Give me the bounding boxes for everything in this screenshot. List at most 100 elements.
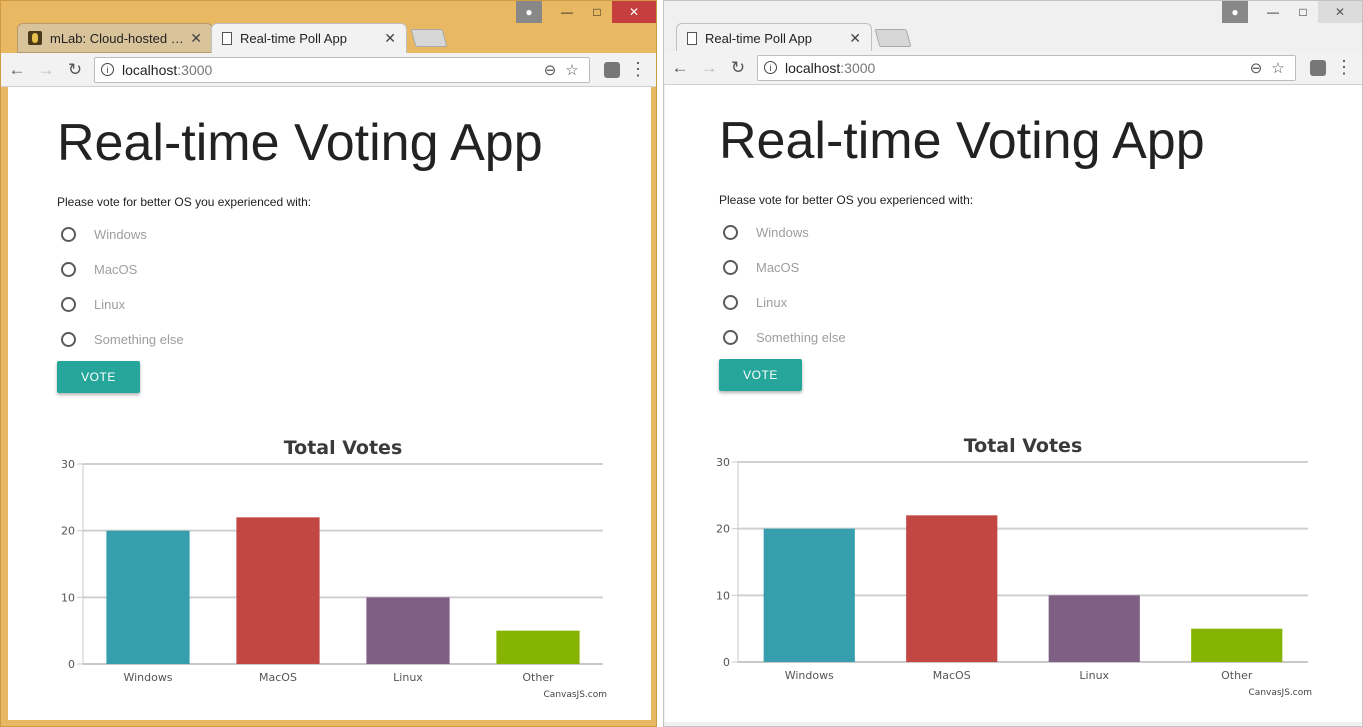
radio-button[interactable] <box>723 260 738 275</box>
option-something-else[interactable]: Something else <box>723 330 846 345</box>
close-tab-icon[interactable]: ✕ <box>384 30 396 47</box>
page-icon <box>687 32 697 45</box>
reload-button[interactable]: ↻ <box>62 57 88 83</box>
zoom-icon[interactable]: ⊖ <box>539 61 561 79</box>
info-icon[interactable]: i <box>764 61 777 74</box>
info-icon[interactable]: i <box>101 63 114 76</box>
x-tick-label: MacOS <box>259 671 297 684</box>
y-tick-label: 10 <box>61 591 75 604</box>
vote-prompt: Please vote for better OS you experience… <box>57 195 312 209</box>
url-port: :3000 <box>840 59 876 76</box>
maximize-button[interactable]: □ <box>582 1 612 23</box>
close-tab-icon[interactable]: ✕ <box>849 30 861 47</box>
url-text: localhost:3000 <box>785 60 1245 76</box>
x-tick-label: Other <box>522 671 554 684</box>
minimize-button[interactable]: — <box>552 1 582 23</box>
page-content: Real-time Voting App Please vote for bet… <box>8 87 651 720</box>
bar-macos <box>906 515 998 662</box>
forward-button[interactable]: → <box>33 57 59 83</box>
radio-button[interactable] <box>61 297 76 312</box>
option-windows[interactable]: Windows <box>723 225 809 240</box>
radio-button[interactable] <box>723 225 738 240</box>
bar-linux <box>366 597 450 664</box>
window-controls: ● — □ ✕ <box>516 1 656 25</box>
vote-button[interactable]: VOTE <box>719 359 802 391</box>
page-icon <box>222 32 232 45</box>
chart-title: Total Votes <box>964 435 1083 457</box>
browser-toolbar: ← → ↻ i localhost:3000 ⊖ ☆ ⋮ <box>1 53 656 87</box>
address-bar[interactable]: i localhost:3000 ⊖ ☆ <box>757 54 1296 81</box>
y-tick-label: 0 <box>68 658 75 671</box>
new-tab-button[interactable] <box>874 29 912 47</box>
option-label: Something else <box>94 332 184 347</box>
extension-icon[interactable] <box>604 61 620 78</box>
option-label: Windows <box>94 227 147 242</box>
bookmark-star-icon[interactable]: ☆ <box>1267 59 1289 77</box>
y-tick-label: 10 <box>716 589 730 602</box>
browser-window-left: ● — □ ✕ mLab: Cloud-hosted Mo ✕ Real-tim… <box>0 0 657 727</box>
minimize-button[interactable]: — <box>1258 1 1288 23</box>
option-macos[interactable]: MacOS <box>723 260 799 275</box>
reload-button[interactable]: ↻ <box>725 55 751 81</box>
tab-poll-app[interactable]: Real-time Poll App ✕ <box>211 23 407 53</box>
y-tick-label: 20 <box>61 525 75 538</box>
vote-button[interactable]: VOTE <box>57 361 140 393</box>
close-tab-icon[interactable]: ✕ <box>190 30 202 47</box>
extension-icon[interactable] <box>1310 59 1326 76</box>
url-text: localhost:3000 <box>122 62 539 78</box>
x-tick-label: Linux <box>393 671 423 684</box>
back-button[interactable]: ← <box>4 57 30 83</box>
page-title: Real-time Voting App <box>719 112 1205 170</box>
new-tab-button[interactable] <box>410 29 448 47</box>
profile-icon[interactable]: ● <box>1222 1 1248 23</box>
close-window-button[interactable]: ✕ <box>1318 1 1362 23</box>
bar-linux <box>1048 595 1140 662</box>
option-linux[interactable]: Linux <box>61 297 125 312</box>
forward-button[interactable]: → <box>696 55 722 81</box>
option-label: MacOS <box>756 260 800 275</box>
tab-mlab[interactable]: mLab: Cloud-hosted Mo ✕ <box>17 23 213 53</box>
zoom-icon[interactable]: ⊖ <box>1245 59 1267 77</box>
option-label: Windows <box>756 225 809 240</box>
x-tick-label: Other <box>1221 669 1253 682</box>
bar-macos <box>236 517 320 664</box>
chart-title: Total Votes <box>284 437 403 459</box>
y-tick-label: 0 <box>723 656 730 669</box>
total-votes-chart: Total Votes 0 10 20 30 Windows MacOS Linux Other… <box>716 435 1312 698</box>
option-something-else[interactable]: Something else <box>61 332 184 347</box>
close-window-button[interactable]: ✕ <box>612 1 656 23</box>
radio-button[interactable] <box>723 295 738 310</box>
bar-windows <box>763 528 855 662</box>
menu-icon[interactable]: ⋮ <box>1334 57 1354 78</box>
bar-windows <box>106 530 190 664</box>
radio-button[interactable] <box>723 330 738 345</box>
radio-button[interactable] <box>61 227 76 242</box>
option-label: Linux <box>756 295 788 310</box>
x-tick-label: Windows <box>785 669 834 682</box>
option-macos[interactable]: MacOS <box>61 262 137 277</box>
menu-icon[interactable]: ⋮ <box>628 59 648 80</box>
x-tick-label: Windows <box>123 671 172 684</box>
bar-other <box>1191 628 1283 662</box>
radio-button[interactable] <box>61 262 76 277</box>
url-host: localhost <box>122 61 178 78</box>
maximize-button[interactable]: □ <box>1288 1 1318 23</box>
radio-button[interactable] <box>61 332 76 347</box>
browser-window-right: ● — □ ✕ Real-time Poll App ✕ ← → ↻ i loc… <box>663 0 1363 727</box>
y-tick-label: 20 <box>716 523 730 536</box>
option-label: Something else <box>756 330 846 345</box>
url-host: localhost <box>785 59 841 76</box>
tab-title: mLab: Cloud-hosted Mo <box>50 30 185 46</box>
mlab-icon <box>28 31 42 45</box>
bookmark-star-icon[interactable]: ☆ <box>561 61 583 79</box>
page-content: Real-time Voting App Please vote for bet… <box>665 85 1362 722</box>
profile-icon[interactable]: ● <box>516 1 542 23</box>
browser-toolbar: ← → ↻ i localhost:3000 ⊖ ☆ ⋮ <box>664 51 1362 85</box>
tab-poll-app[interactable]: Real-time Poll App ✕ <box>676 23 872 53</box>
option-windows[interactable]: Windows <box>61 227 147 242</box>
back-button[interactable]: ← <box>667 55 693 81</box>
option-linux[interactable]: Linux <box>723 295 787 310</box>
address-bar[interactable]: i localhost:3000 ⊖ ☆ <box>94 56 590 83</box>
vote-prompt: Please vote for better OS you experience… <box>719 193 974 207</box>
total-votes-chart: Total Votes 0 10 20 30 Windows MacOS Linux Other… <box>61 437 607 700</box>
